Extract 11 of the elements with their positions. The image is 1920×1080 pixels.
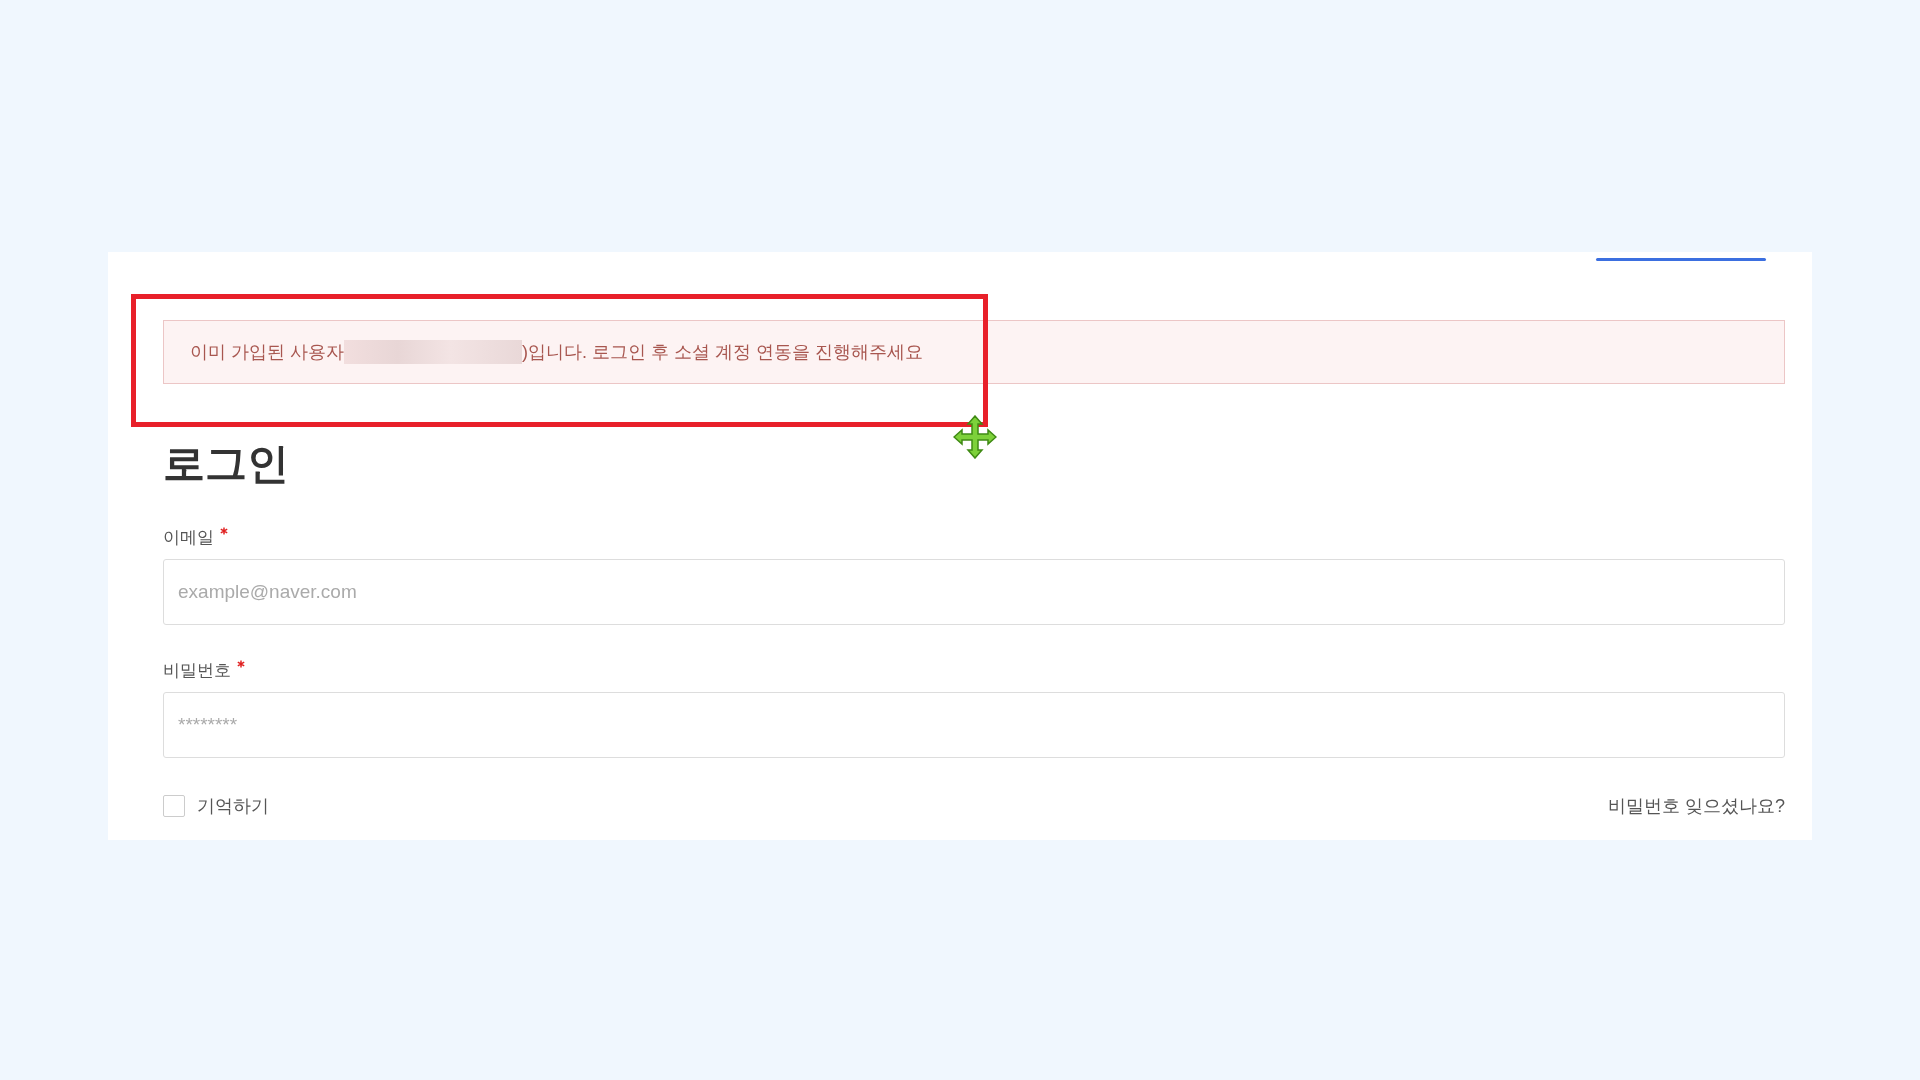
forgot-password-link[interactable]: 비밀번호 잊으셨나요? — [1608, 794, 1785, 818]
input-field[interactable]: example@naver.com — [163, 559, 1785, 625]
alert-message-start: 이미 가입된 사용자 — [190, 341, 344, 364]
input-field[interactable]: ******** — [163, 692, 1785, 758]
field-label: 이메일 — [163, 527, 214, 549]
alert-message-end: )입니다. 로그인 후 소셜 계정 연동을 진행해주세요 — [522, 341, 924, 364]
remember-label: 기억하기 — [197, 795, 269, 818]
field-label: 비밀번호 — [163, 660, 231, 682]
checkbox[interactable] — [163, 795, 185, 817]
move-cursor-icon — [953, 415, 997, 459]
page-title: 로그인 — [163, 439, 289, 489]
